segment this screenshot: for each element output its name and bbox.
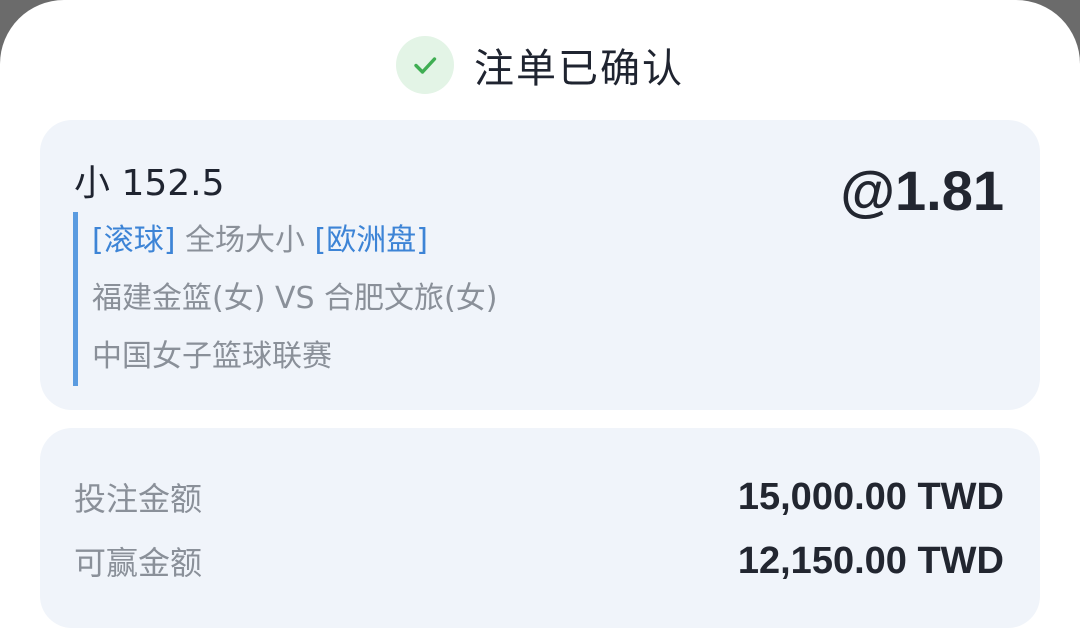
bet-detail-block: [滚球] 全场大小 [欧洲盘] 福建金篮(女) VS 合肥文旅(女) 中国女子篮… bbox=[73, 212, 497, 386]
match-name: 福建金篮(女) VS 合肥文旅(女) bbox=[92, 281, 498, 316]
odds-type-tag: [欧洲盘] bbox=[314, 223, 428, 258]
bet-details-card: 小 152.5 @1.81 [滚球] 全场大小 [欧洲盘] 福建金篮(女) VS… bbox=[40, 120, 1040, 410]
amount-card: 投注金额 15,000.00 TWD 可赢金额 12,150.00 TWD bbox=[40, 428, 1040, 628]
confirmation-header: 注单已确认 bbox=[0, 30, 1080, 100]
win-row: 可赢金额 12,150.00 TWD bbox=[74, 538, 1004, 584]
market-name: 全场大小 bbox=[184, 223, 305, 258]
stake-label: 投注金额 bbox=[74, 480, 203, 518]
bet-odds: @1.81 bbox=[840, 159, 1004, 222]
bet-selection: 小 152.5 bbox=[74, 163, 225, 204]
stake-row: 投注金额 15,000.00 TWD bbox=[74, 474, 1004, 520]
check-icon bbox=[396, 36, 454, 94]
win-value: 12,150.00 TWD bbox=[737, 539, 1004, 582]
confirmation-title: 注单已确认 bbox=[474, 46, 684, 92]
live-tag: [滚球] bbox=[92, 223, 176, 258]
stake-value: 15,000.00 TWD bbox=[737, 475, 1004, 518]
league-name: 中国女子篮球联赛 bbox=[92, 339, 332, 374]
bet-confirmation-sheet: 注单已确认 小 152.5 @1.81 [滚球] 全场大小 [欧洲盘] 福建金篮… bbox=[0, 0, 1080, 640]
win-label: 可赢金额 bbox=[74, 544, 203, 582]
market-line: [滚球] 全场大小 [欧洲盘] bbox=[92, 212, 497, 270]
